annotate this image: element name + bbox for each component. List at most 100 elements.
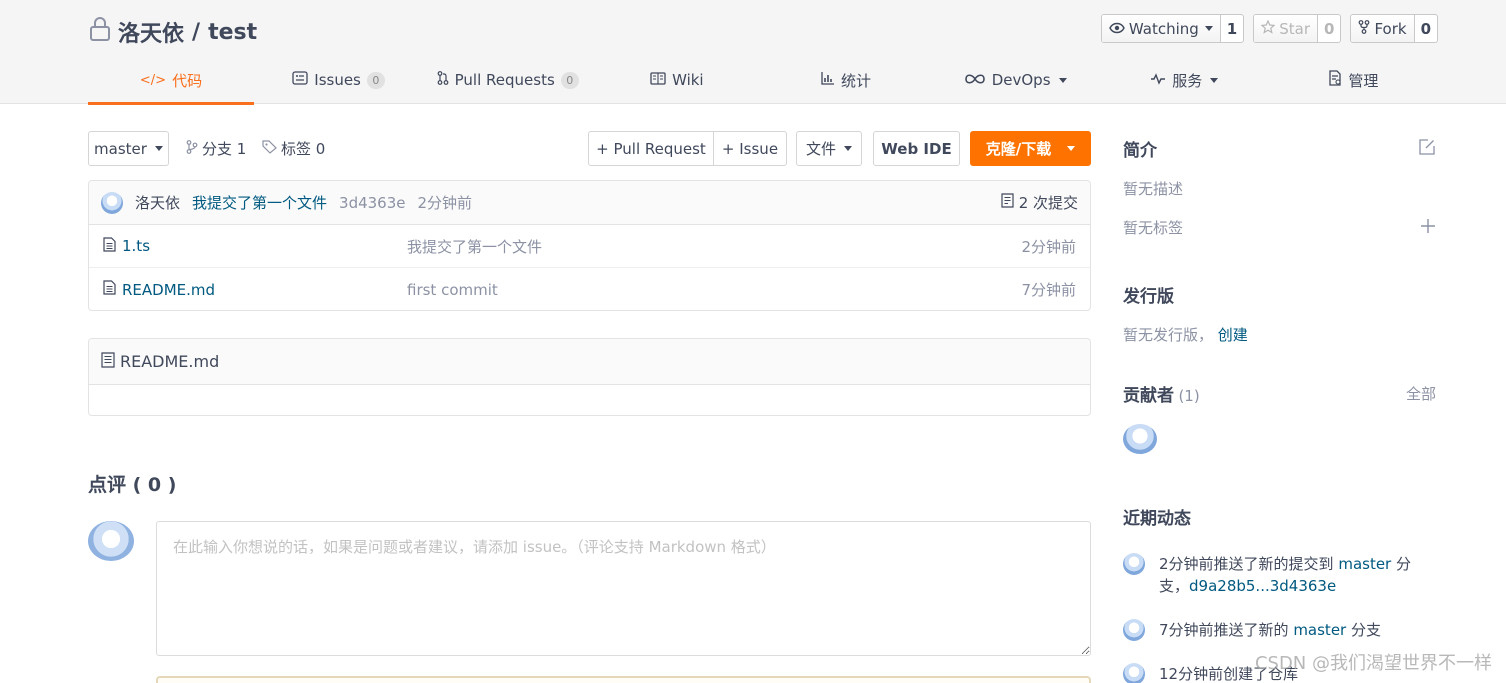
avatar[interactable]	[1123, 619, 1145, 641]
tab-services-label: 服务	[1172, 71, 1203, 90]
new-issue-button[interactable]: + Issue	[713, 131, 787, 166]
fork-button[interactable]: Fork 0	[1350, 14, 1438, 43]
no-release-text: 暂无发行版，	[1123, 326, 1214, 344]
activity-text: 7分钟前推送了新的 master 分支	[1159, 619, 1381, 641]
file-name: 1.ts	[122, 237, 151, 255]
file-menu-label: 文件	[805, 140, 836, 158]
plus-icon[interactable]	[1420, 218, 1436, 238]
file-commit-message[interactable]: first commit	[407, 281, 498, 299]
list-item: 7分钟前推送了新的 master 分支	[1123, 619, 1436, 641]
activity-prefix: 2分钟前推送了新的提交到	[1159, 555, 1339, 573]
file-menu-button[interactable]: 文件	[796, 131, 862, 166]
tab-code[interactable]: </> 代码	[88, 56, 254, 105]
repo-header: 洛天依 / test Watching 1 Star 0 Fork 0 </> …	[0, 0, 1506, 105]
chevron-down-icon	[1210, 77, 1219, 83]
new-pull-request-button[interactable]: + Pull Request	[588, 131, 714, 166]
chart-icon	[821, 71, 835, 89]
pull-request-icon	[437, 71, 449, 89]
commit-author-link[interactable]: 洛天依	[135, 192, 180, 213]
intro-section-header: 简介	[1123, 131, 1436, 166]
readme-header: README.md	[89, 339, 1090, 385]
watch-button[interactable]: Watching 1	[1100, 14, 1245, 43]
infinity-icon	[964, 71, 986, 89]
tab-stats[interactable]: 统计	[761, 56, 930, 104]
activity-prefix: 7分钟前推送了新的	[1159, 621, 1294, 639]
tab-pull-requests[interactable]: Pull Requests 0	[423, 56, 592, 104]
repo-toolbar: master 分支 1 标签 0 + Pull Request + Issue …	[88, 131, 1091, 166]
chevron-down-icon	[844, 146, 852, 151]
watermark-text: CSDN @我们渴望世界不一样	[1254, 653, 1492, 674]
avatar[interactable]	[88, 521, 134, 561]
star-label[interactable]: Star	[1254, 15, 1318, 42]
latest-commit: 洛天依 我提交了第一个文件 3d4363e 2分钟前 2 次提交	[89, 181, 1090, 225]
tab-devops[interactable]: DevOps	[931, 56, 1100, 104]
tab-manage[interactable]: 管理	[1269, 56, 1438, 104]
pull-requests-count-badge: 0	[560, 71, 579, 89]
clone-download-label: 克隆/下载	[985, 140, 1052, 158]
fork-count[interactable]: 0	[1415, 15, 1437, 42]
comment-input[interactable]	[156, 521, 1091, 656]
chevron-down-icon	[154, 146, 163, 151]
tab-wiki[interactable]: Wiki	[592, 56, 761, 104]
table-row[interactable]: 1.ts 我提交了第一个文件 2分钟前	[89, 225, 1090, 268]
avatar[interactable]	[1123, 424, 1157, 454]
issues-icon	[292, 71, 308, 89]
all-contributors-link[interactable]: 全部	[1406, 383, 1436, 404]
branch-select-label: master	[94, 139, 147, 158]
intro-title: 简介	[1123, 141, 1157, 161]
commit-message-link[interactable]: 我提交了第一个文件	[192, 192, 327, 213]
contributors-count: (1)	[1178, 387, 1200, 405]
issues-count-badge: 0	[366, 71, 385, 89]
chevron-down-icon	[1204, 26, 1213, 31]
release-row: 暂无发行版， 创建	[1123, 324, 1436, 345]
file-commit-message[interactable]: 我提交了第一个文件	[407, 236, 542, 257]
title-separator: /	[192, 19, 201, 45]
tags-text: 标签 0	[281, 140, 326, 158]
readme-title: README.md	[120, 352, 220, 371]
web-ide-button[interactable]: Web IDE	[873, 131, 960, 166]
tab-pull-requests-label: Pull Requests	[454, 71, 555, 89]
tag-icon	[262, 139, 277, 158]
create-release-link[interactable]: 创建	[1218, 326, 1248, 344]
watch-label[interactable]: Watching	[1101, 15, 1221, 42]
fork-label[interactable]: Fork	[1351, 15, 1415, 42]
star-button[interactable]: Star 0	[1253, 14, 1342, 43]
commit-count-link[interactable]: 2 次提交	[1001, 192, 1078, 213]
star-count[interactable]: 0	[1318, 15, 1340, 42]
comment-notice-box	[156, 676, 1091, 683]
repo-owner-link[interactable]: 洛天依	[118, 16, 184, 48]
activity-middle: 分支	[1346, 621, 1381, 639]
star-icon	[1260, 19, 1276, 38]
sidebar: 简介 暂无描述 暂无标签 发行版 暂无发行版， 创建 贡献者 (1) 全部 近期…	[1123, 131, 1436, 683]
repo-actions: Watching 1 Star 0 Fork 0	[1100, 14, 1438, 43]
activity-title: 近期动态	[1123, 509, 1191, 529]
no-tags-text: 暂无标签	[1123, 219, 1184, 237]
avatar[interactable]	[1123, 553, 1145, 575]
readme-icon	[101, 351, 115, 372]
tab-issues[interactable]: Issues 0	[254, 56, 423, 104]
file-link[interactable]: README.md	[103, 280, 407, 299]
tags-link[interactable]: 标签 0	[262, 131, 325, 166]
contributors-title: 贡献者	[1123, 386, 1174, 406]
branches-link[interactable]: 分支 1	[186, 131, 246, 166]
readme-panel: README.md	[88, 338, 1091, 416]
edit-icon[interactable]	[1418, 138, 1436, 160]
branch-link[interactable]: master	[1293, 621, 1346, 639]
code-icon: </>	[139, 72, 167, 88]
watch-text: Watching	[1128, 19, 1199, 38]
watch-count[interactable]: 1	[1221, 15, 1243, 42]
tags-row: 暂无标签	[1123, 217, 1436, 238]
branch-select[interactable]: master	[88, 131, 169, 166]
avatar[interactable]	[101, 191, 123, 214]
settings-doc-icon	[1328, 70, 1342, 90]
file-link[interactable]: 1.ts	[103, 236, 407, 256]
clone-download-button[interactable]: 克隆/下载	[970, 131, 1091, 166]
commit-time: 2分钟前	[417, 194, 473, 212]
branch-link[interactable]: master	[1338, 555, 1391, 573]
tab-services[interactable]: 服务	[1100, 56, 1269, 104]
commit-sha-link[interactable]: 3d4363e	[339, 194, 405, 212]
avatar[interactable]	[1123, 663, 1145, 683]
repo-name-link[interactable]: test	[208, 20, 257, 45]
table-row[interactable]: README.md first commit 7分钟前	[89, 268, 1090, 310]
commit-range-link[interactable]: d9a28b5...3d4363e	[1189, 577, 1336, 595]
